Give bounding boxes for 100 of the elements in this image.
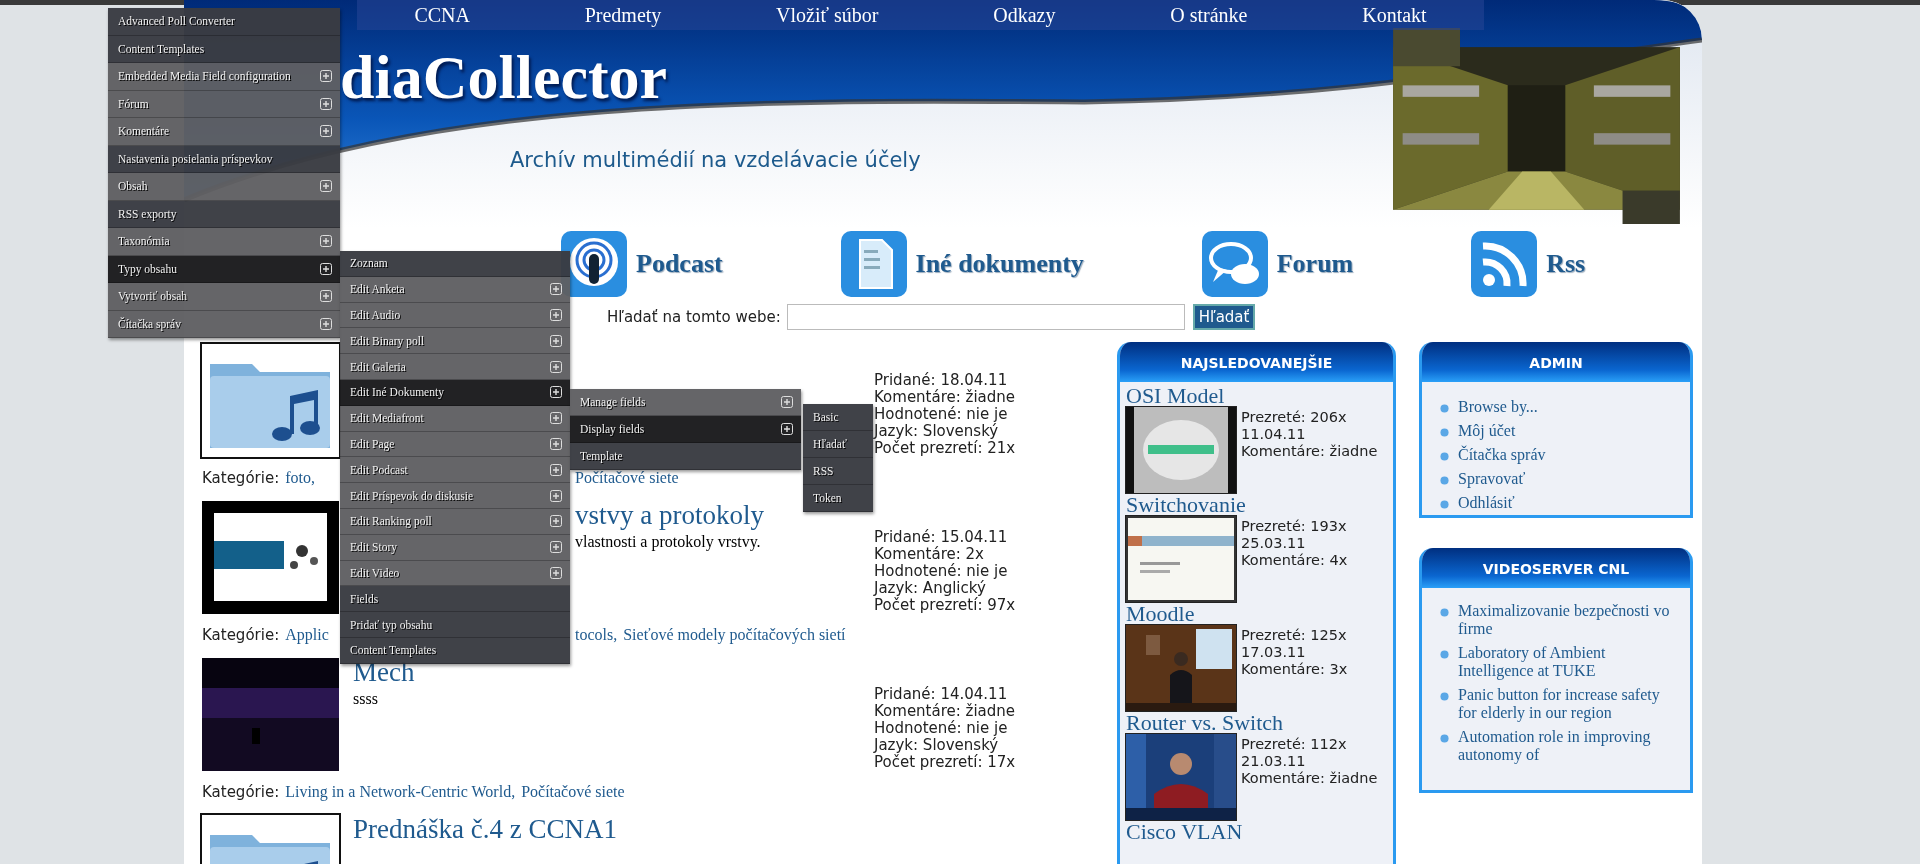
nav-link[interactable]: Kontakt [1362, 3, 1427, 27]
nav-link[interactable]: Vložiť súbor [776, 3, 879, 27]
item-description: ssss [353, 690, 378, 708]
menu-item[interactable]: Zoznam [340, 251, 570, 277]
item-meta-text: Hodnotené: nie je [874, 406, 1008, 423]
bullet-icon [1440, 650, 1449, 659]
category-tag-link[interactable]: Sieťové modely počítačových sietí [623, 626, 846, 644]
video-title-link[interactable]: Cisco VLAN [1126, 820, 1243, 843]
category-tag-link[interactable]: foto, [285, 469, 315, 487]
panel-header: ADMIN [1422, 342, 1690, 382]
video-title-link[interactable]: Switchovanie [1126, 493, 1246, 516]
menu-item[interactable]: Edit Galeria [340, 354, 570, 380]
admin-link[interactable]: Čítačka správ [1458, 446, 1546, 464]
item-meta-text: Komentáre: žiadne [874, 389, 1016, 406]
item-meta-text: Pridané: 15.04.11 [874, 529, 1008, 546]
menu-item[interactable]: Content Templates [108, 35, 340, 63]
expand-icon [550, 283, 562, 296]
category-tag-link[interactable]: Počítačové siete [521, 783, 625, 801]
menu-item[interactable]: Hľadať [803, 431, 873, 458]
menu-item[interactable]: Edit Audio [340, 302, 570, 329]
admin-link[interactable]: Môj účet [1458, 422, 1516, 440]
item-meta-text: Pridané: 18.04.11 [874, 372, 1008, 389]
bullet-icon [1440, 692, 1449, 701]
menu-item[interactable]: Edit Story [340, 534, 570, 561]
menu-item[interactable]: Embedded Media Field configuration [108, 63, 340, 91]
news-link[interactable]: Laboratory of Ambient Intelligence at TUKE [1458, 644, 1680, 680]
item-meta-text: Jazyk: Slovenský [874, 423, 999, 440]
menu-item[interactable]: Fórum [108, 90, 340, 118]
site-logo[interactable]: diaCollector [340, 42, 668, 112]
category-link[interactable]: Iné dokumenty [839, 230, 1084, 298]
video-title-link[interactable]: Moodle [1126, 602, 1195, 625]
search-button[interactable]: Hľadať [1192, 304, 1256, 330]
menu-item[interactable]: RSS [803, 458, 873, 485]
menu-item[interactable]: Manage fields [570, 389, 801, 416]
news-link[interactable]: Automation role in improving autonomy of [1458, 728, 1680, 764]
rss-icon [1470, 230, 1539, 298]
video-stat-text: Prezreté: 193x [1241, 518, 1347, 535]
item-title-link[interactable]: Prednáška č.4 z CCNA1 [353, 813, 617, 845]
menu-item[interactable]: Typy obsahu [108, 255, 340, 283]
menu-item[interactable]: RSS exporty [108, 200, 340, 228]
item-meta-text: Jazyk: Anglický [874, 580, 986, 597]
bullet-icon [1440, 734, 1449, 743]
menu-item[interactable]: Edit Anketa [340, 276, 570, 303]
menu-item[interactable]: Display fields [570, 416, 801, 443]
menu-item[interactable]: Taxonómia [108, 228, 340, 256]
expand-icon [550, 412, 562, 425]
expand-icon [550, 386, 562, 399]
menu-item[interactable]: Edit Binary poll [340, 328, 570, 355]
bullet-icon [1440, 476, 1449, 485]
menu-item[interactable]: Pridať typ obsahu [340, 612, 570, 638]
category-link[interactable]: Forum [1200, 230, 1354, 298]
nav-link[interactable]: Predmety [584, 3, 662, 27]
menu-item[interactable]: Token [803, 485, 873, 512]
item-title-link[interactable]: vstvy a protokoly [575, 499, 764, 531]
search-field[interactable] [786, 304, 1185, 330]
menu-item[interactable]: Komentáre [108, 118, 340, 146]
menu-item[interactable]: Edit Video [340, 560, 570, 587]
menu-item[interactable]: Edit Ranking poll [340, 508, 570, 535]
admin-link[interactable]: Browse by... [1458, 398, 1538, 416]
admin-link[interactable]: Spravovať [1458, 470, 1526, 488]
nav-link[interactable]: O stránke [1170, 3, 1248, 27]
bullet-icon [1440, 404, 1449, 413]
expand-icon [320, 235, 332, 248]
menu-item[interactable]: Edit Iné Dokumenty [340, 380, 570, 406]
expand-icon [320, 290, 332, 303]
category-tag-link[interactable]: tocols, [575, 626, 618, 644]
menu-item[interactable]: Template [570, 443, 801, 470]
menu-item[interactable]: Čítačka správ [108, 310, 340, 338]
item-meta-text: Hodnotené: nie je [874, 720, 1008, 737]
nav-link[interactable]: CCNA [414, 3, 470, 27]
category-tag-link[interactable]: Living in a Network-Centric World, [285, 783, 516, 801]
menu-item[interactable]: Edit Mediafront [340, 405, 570, 432]
video-title-link[interactable]: Router vs. Switch [1126, 711, 1284, 734]
video-title-link[interactable]: OSI Model [1126, 384, 1225, 407]
news-link[interactable]: Maximalizovanie bezpečnosti vo firme [1458, 602, 1680, 638]
expand-icon [320, 262, 332, 275]
expand-icon [550, 360, 562, 373]
expand-icon [320, 125, 332, 138]
menu-item[interactable]: Fields [340, 586, 570, 613]
menu-item[interactable]: Edit Page [340, 431, 570, 458]
speech-bubbles-icon [1200, 230, 1269, 298]
expand-icon [320, 70, 332, 83]
video-stat-text: Prezreté: 206x [1241, 409, 1347, 426]
category-tag-link[interactable]: Počítačové siete [575, 469, 679, 487]
menu-item[interactable]: Basic [803, 404, 873, 431]
expand-icon [781, 423, 793, 435]
menu-item[interactable]: Nastavenia posielania príspevkov [108, 145, 340, 173]
menu-item[interactable]: Obsah [108, 173, 340, 201]
menu-item[interactable]: Edit Podcast [340, 457, 570, 484]
menu-item[interactable]: Content Templates [340, 637, 570, 664]
menu-item[interactable]: Advanced Poll Converter [108, 8, 340, 36]
nav-link[interactable]: Odkazy [993, 3, 1056, 27]
item-meta-text: Komentáre: 2x [874, 546, 984, 563]
news-link[interactable]: Panic button for increase safety for elderly in our region [1458, 686, 1680, 722]
video-stat-text: 11.04.11 [1241, 426, 1306, 443]
category-link[interactable]: Rss [1470, 230, 1586, 298]
menu-item[interactable]: Vytvoriť obsah [108, 283, 340, 311]
menu-item[interactable]: Edit Príspevok do diskusie [340, 483, 570, 509]
category-tag-link[interactable]: Applic [285, 626, 329, 644]
admin-link[interactable]: Odhlásiť [1458, 494, 1515, 512]
